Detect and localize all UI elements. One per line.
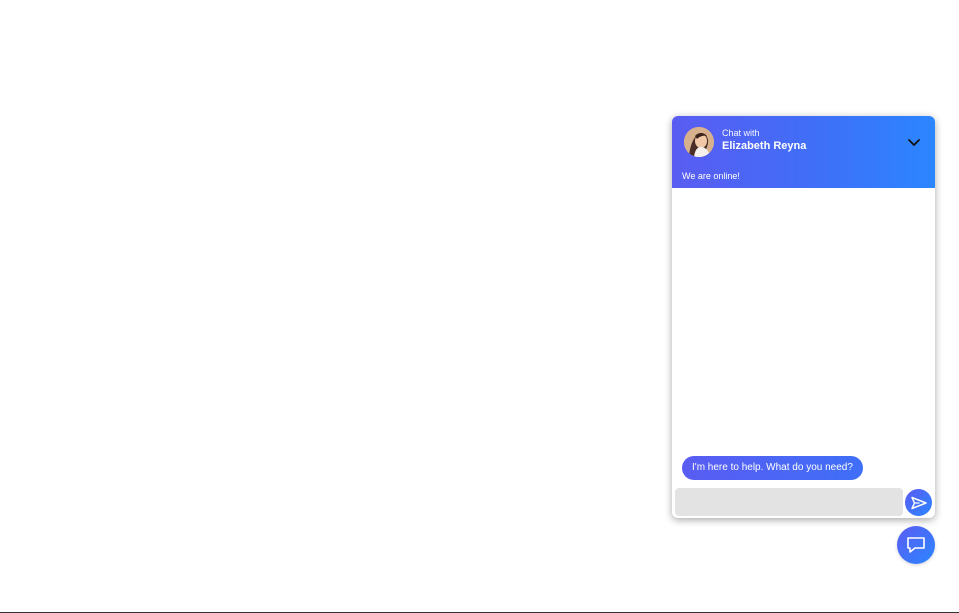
send-button[interactable] bbox=[905, 489, 932, 516]
agent-message-bubble: I'm here to help. What do you need? bbox=[682, 456, 863, 480]
chevron-down-icon bbox=[908, 139, 920, 146]
chat-widget: Chat with Elizabeth Reyna We are online!… bbox=[672, 116, 935, 518]
message-list: I'm here to help. What do you need? bbox=[672, 188, 935, 480]
chat-bubble-icon bbox=[907, 537, 925, 553]
send-icon bbox=[910, 496, 927, 509]
page: Chat with Elizabeth Reyna We are online!… bbox=[0, 0, 959, 613]
collapse-button[interactable] bbox=[905, 135, 923, 151]
chat-launcher-button[interactable] bbox=[897, 526, 935, 564]
avatar-image bbox=[684, 127, 714, 157]
avatar bbox=[684, 127, 714, 157]
header-text: Chat with Elizabeth Reyna bbox=[722, 128, 806, 153]
online-status: We are online! bbox=[682, 171, 740, 181]
agent-name: Elizabeth Reyna bbox=[722, 140, 807, 153]
chat-header: Chat with Elizabeth Reyna We are online! bbox=[672, 116, 935, 188]
chat-with-label: Chat with bbox=[722, 128, 760, 138]
message-input[interactable] bbox=[675, 488, 903, 516]
